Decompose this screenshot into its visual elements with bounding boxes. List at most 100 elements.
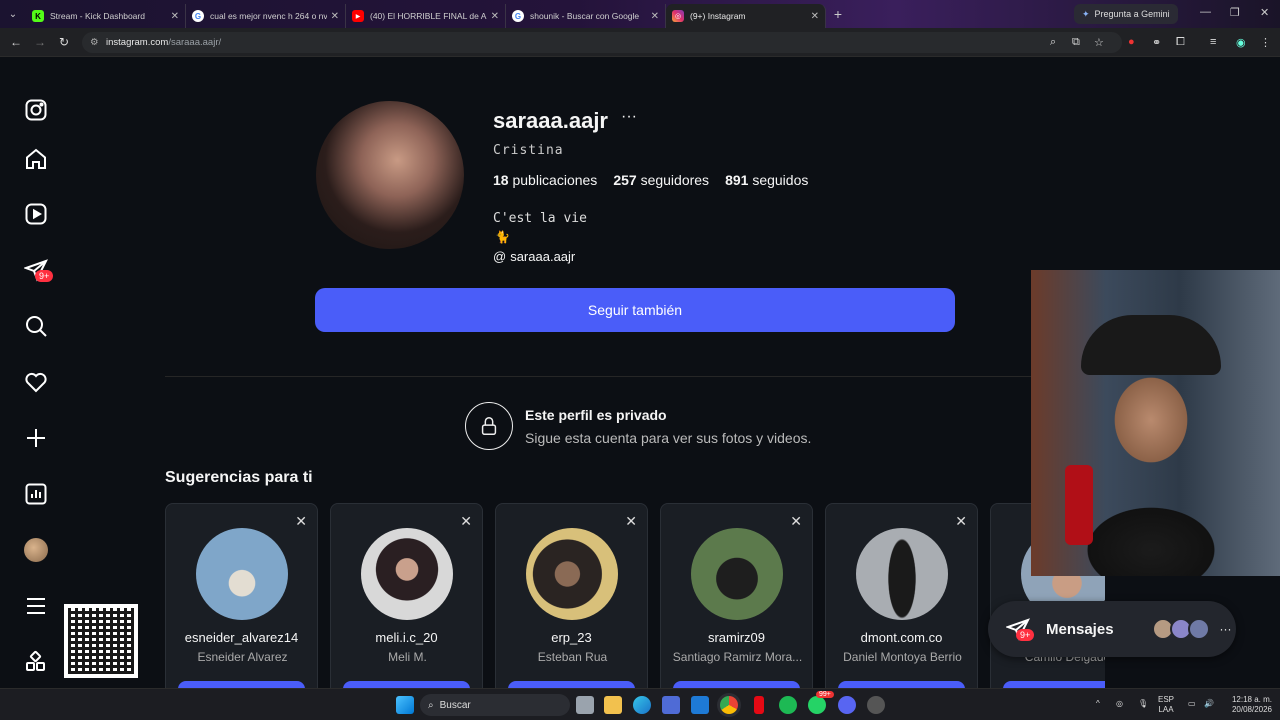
home-icon[interactable] — [24, 147, 48, 171]
dismiss-icon[interactable]: ✕ — [625, 513, 637, 530]
close-icon[interactable]: ✕ — [171, 11, 179, 22]
instagram-logo-icon[interactable] — [24, 98, 48, 122]
maximize-icon[interactable]: ❐ — [1230, 6, 1240, 19]
more-options-icon[interactable]: ··· — [621, 108, 637, 126]
tab-google-shounik[interactable]: G shounik - Buscar con Google ✕ — [506, 4, 666, 28]
extension-link-icon[interactable]: ⚭ — [1152, 36, 1161, 49]
bio-emoji: 🐈 — [495, 230, 510, 244]
discord-icon[interactable] — [838, 696, 856, 714]
menu-hamburger-icon[interactable] — [24, 594, 48, 618]
file-explorer-icon[interactable] — [604, 696, 622, 714]
profile-stats: 18 publicaciones 257 seguidores 891 segu… — [493, 172, 808, 188]
close-icon[interactable]: ✕ — [651, 11, 659, 22]
new-tab-button[interactable]: + — [826, 6, 850, 22]
volume-icon[interactable]: 🔊 — [1204, 699, 1214, 709]
clock[interactable]: 12:18 a. m. 20/08/2026 — [1222, 695, 1272, 715]
close-icon[interactable]: ✕ — [491, 11, 499, 22]
messages-button[interactable]: 9+ Mensajes ··· — [988, 601, 1236, 657]
extension-record-icon[interactable]: ● — [1128, 36, 1135, 48]
follow-back-button[interactable]: Seguir también — [315, 288, 955, 332]
suggestion-card[interactable]: ✕ dmont.com.co Daniel Montoya Berrio — [825, 503, 978, 688]
install-app-icon[interactable]: ⧉ — [1072, 36, 1080, 49]
task-view-icon[interactable] — [576, 696, 594, 714]
suggestion-card[interactable]: ✕ erp_23 Esteban Rua — [495, 503, 648, 688]
suggestion-avatar[interactable] — [361, 528, 453, 620]
tab-kick[interactable]: K Stream - Kick Dashboard ✕ — [26, 4, 186, 28]
network-icon[interactable]: ▭ — [1188, 699, 1196, 709]
follow-button[interactable] — [343, 681, 470, 688]
taskbar-search[interactable]: ⌕ Buscar — [420, 694, 570, 716]
suggestion-avatar[interactable] — [856, 528, 948, 620]
edge-icon[interactable] — [633, 696, 651, 714]
follow-button[interactable] — [178, 681, 305, 688]
suggestion-card[interactable]: ✕ sramirz09 Santiago Ramirz Mora... — [660, 503, 813, 688]
instagram-sidebar: 9+ — [0, 58, 72, 688]
tab-google-nvenc[interactable]: G cual es mejor nvenc h 264 o nv ✕ — [186, 4, 346, 28]
gemini-button[interactable]: ✦ Pregunta a Gemini — [1074, 4, 1178, 24]
follow-button[interactable] — [1003, 681, 1105, 688]
following-stat[interactable]: 891 seguidos — [725, 172, 808, 188]
divider — [165, 376, 1035, 377]
heart-icon[interactable] — [24, 370, 48, 394]
threads-link[interactable]: @ saraaa.aajr — [493, 249, 575, 264]
url-bar[interactable]: ⚙ instagram.com/saraaa.aajr/ — [82, 32, 1122, 53]
dismiss-icon[interactable]: ✕ — [955, 513, 967, 530]
language-indicator[interactable]: ESP LAA — [1158, 695, 1174, 715]
reels-icon[interactable] — [24, 202, 48, 226]
search-icon: ⌕ — [428, 699, 434, 711]
zoom-icon[interactable]: ⌕ — [1050, 36, 1056, 49]
browser-menu-icon[interactable]: ⋮ — [1260, 36, 1271, 49]
reload-icon[interactable]: ↻ — [52, 35, 76, 49]
windows-start-icon[interactable] — [396, 696, 414, 714]
close-icon[interactable]: ✕ — [811, 11, 819, 22]
suggestion-avatar[interactable] — [526, 528, 618, 620]
follow-button[interactable] — [673, 681, 800, 688]
site-info-icon[interactable]: ⚙ — [90, 37, 99, 48]
bookmark-star-icon[interactable]: ☆ — [1094, 36, 1104, 49]
whatsapp-icon[interactable] — [808, 696, 826, 714]
address-toolbar: ← → ↻ ⚙ instagram.com/saraaa.aajr/ ⌕ ⧉ ☆… — [0, 28, 1280, 57]
windows-taskbar: ⌕ Buscar 99+ ^ ◎ 🎙 ESP LAA ▭ 🔊 12:18 a. m… — [0, 688, 1280, 720]
google-icon: G — [192, 10, 204, 22]
tray-app-icon[interactable]: ◎ — [1116, 699, 1123, 709]
search-icon[interactable] — [24, 314, 48, 338]
dashboard-chart-icon[interactable] — [24, 482, 48, 506]
store-icon[interactable] — [662, 696, 680, 714]
dismiss-icon[interactable]: ✕ — [790, 513, 802, 530]
spotify-icon[interactable] — [779, 696, 797, 714]
back-icon[interactable]: ← — [4, 35, 28, 49]
dismiss-icon[interactable]: ✕ — [460, 513, 472, 530]
profile-icon[interactable]: ◉ — [1236, 36, 1246, 49]
suggestion-avatar[interactable] — [691, 528, 783, 620]
webcam-microphone — [1065, 465, 1093, 545]
tab-youtube[interactable]: ▶ (40) El HORRIBLE FINAL de ALG ✕ — [346, 4, 506, 28]
follow-button[interactable] — [838, 681, 965, 688]
more-apps-icon[interactable] — [24, 650, 48, 674]
profile-picture[interactable] — [316, 101, 464, 249]
more-dots-icon[interactable]: ··· — [1220, 622, 1232, 636]
tab-instagram[interactable]: ◎ (9+) Instagram ✕ — [666, 4, 826, 28]
obs-icon[interactable] — [867, 696, 885, 714]
forward-icon[interactable]: → — [28, 35, 52, 49]
tab-search-icon[interactable]: ⌄ — [0, 0, 26, 28]
whatsapp-badge: 99+ — [816, 691, 834, 698]
reading-list-icon[interactable]: ≡ — [1210, 36, 1216, 48]
bio-line: C'est la vie — [493, 211, 587, 226]
suggestion-card[interactable]: ✕ esneider_alvarez14 Esneider Alvarez — [165, 503, 318, 688]
suggestion-avatar[interactable] — [196, 528, 288, 620]
suggestion-card[interactable]: ✕ meli.i.c_20 Meli M. — [330, 503, 483, 688]
followers-stat[interactable]: 257 seguidores — [613, 172, 709, 188]
extensions-puzzle-icon[interactable]: ⧠ — [1176, 36, 1185, 49]
dismiss-icon[interactable]: ✕ — [295, 513, 307, 530]
chrome-icon[interactable] — [720, 696, 738, 714]
tray-chevron-icon[interactable]: ^ — [1096, 699, 1100, 709]
close-window-icon[interactable]: ✕ — [1260, 6, 1269, 19]
create-plus-icon[interactable] — [24, 426, 48, 450]
follow-button[interactable] — [508, 681, 635, 688]
netflix-icon[interactable] — [754, 696, 764, 714]
close-icon[interactable]: ✕ — [331, 11, 339, 22]
profile-avatar[interactable] — [24, 538, 48, 562]
minimize-icon[interactable]: — — [1200, 6, 1211, 18]
mail-icon[interactable] — [691, 696, 709, 714]
microphone-icon[interactable]: 🎙 — [1138, 699, 1148, 709]
